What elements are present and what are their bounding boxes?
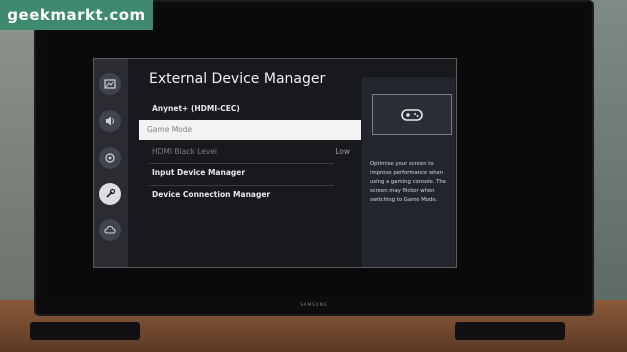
settings-menu-panel: External Device Manager Anynet+ (HDMI-CE… bbox=[93, 58, 457, 268]
menu-item-label: HDMI Black Level bbox=[152, 147, 217, 156]
menu-item-value: Low bbox=[335, 147, 350, 156]
tv-brand-label: SAMSUNG bbox=[300, 302, 328, 307]
menu-title: External Device Manager bbox=[149, 71, 326, 87]
menu-item-label: Device Connection Manager bbox=[152, 190, 271, 199]
menu-item-hdmi-black-level[interactable]: HDMI Black Level Low bbox=[144, 142, 384, 162]
category-column bbox=[94, 59, 128, 267]
help-description: Optimise your screen to improve performa… bbox=[370, 161, 447, 203]
menu-item-anynet[interactable]: Anynet+ (HDMI-CEC) bbox=[144, 99, 384, 119]
menu-item-label: Game Mode bbox=[147, 125, 193, 134]
connection-icon[interactable] bbox=[99, 147, 121, 169]
menu-item-input-device-manager[interactable]: Input Device Manager bbox=[144, 163, 384, 183]
help-pane: Optimise your screen to improve performa… bbox=[362, 77, 455, 267]
menu-item-label: Anynet+ (HDMI-CEC) bbox=[152, 104, 240, 113]
watermark-text: geekmarkt.com bbox=[7, 6, 146, 24]
tv-stand-left bbox=[30, 322, 140, 340]
sound-icon[interactable] bbox=[99, 110, 121, 132]
cloud-icon[interactable] bbox=[99, 219, 121, 241]
tv-stand-right bbox=[455, 322, 565, 340]
support-icon[interactable] bbox=[99, 183, 121, 205]
help-image-box bbox=[372, 94, 452, 135]
menu-item-game-mode[interactable]: Game Mode bbox=[139, 120, 361, 140]
menu-item-device-connection-manager[interactable]: Device Connection Manager bbox=[144, 185, 384, 205]
watermark-banner: geekmarkt.com bbox=[0, 0, 153, 30]
picture-icon[interactable] bbox=[99, 73, 121, 95]
menu-item-label: Input Device Manager bbox=[152, 168, 246, 177]
gamepad-icon bbox=[401, 108, 423, 121]
